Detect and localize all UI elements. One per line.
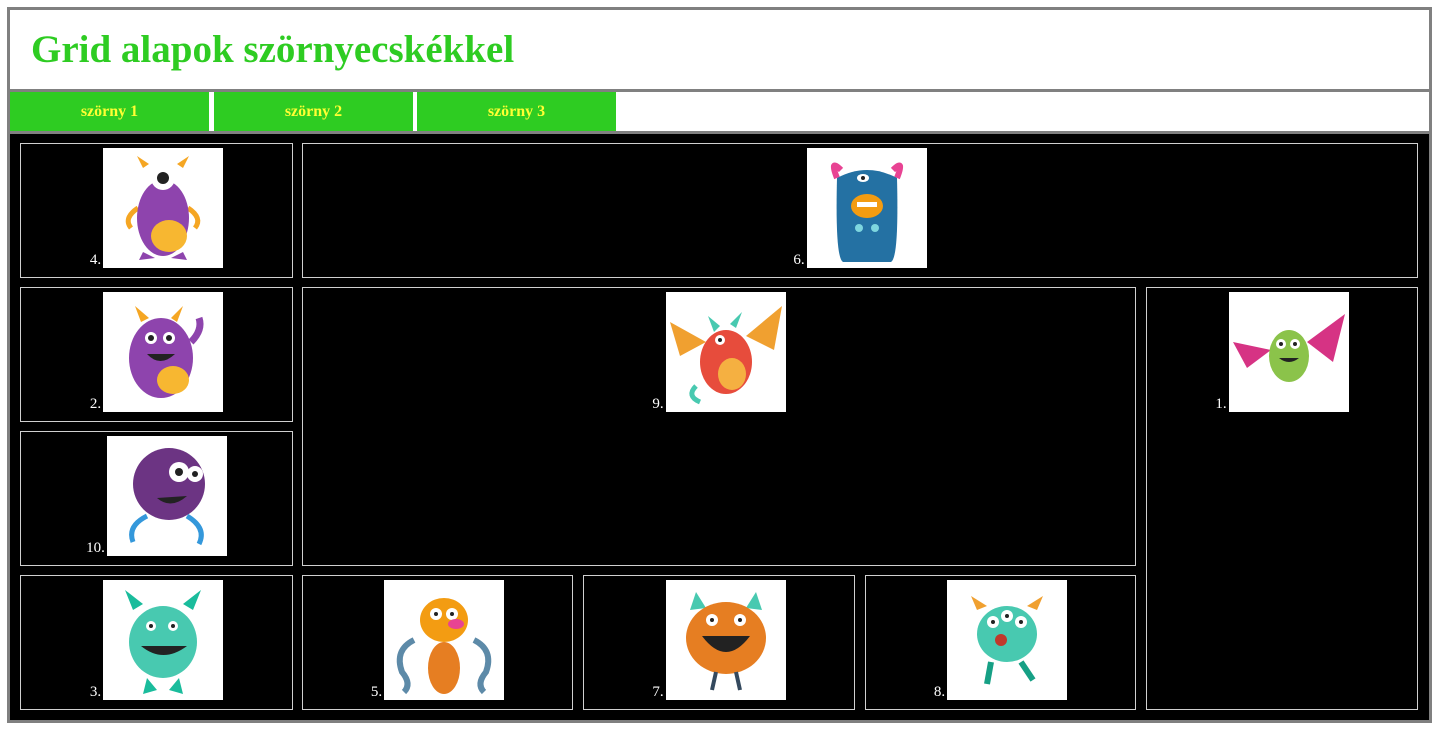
green-bat-monster-image: [1228, 292, 1349, 412]
cell-number: 3.: [89, 684, 102, 700]
purple-cyclops-monster-image: [103, 148, 224, 268]
purple-horned-monster-image: [103, 292, 224, 412]
cell-number: 1.: [1215, 396, 1227, 412]
nav-item-szorny-2[interactable]: szörny 2: [214, 92, 413, 131]
teal-horned-monster-image: [103, 580, 224, 700]
grid-cell-7: 7.: [583, 575, 855, 710]
cell-number: 2.: [89, 396, 102, 412]
cell-number: 10.: [86, 540, 105, 556]
nav-item-szorny-3[interactable]: szörny 3: [417, 92, 616, 131]
grid-cell-4: 4.: [20, 143, 293, 278]
cell-number: 4.: [89, 252, 102, 268]
grid-cell-2: 2.: [20, 287, 293, 422]
blue-furry-monster-image: [806, 148, 927, 268]
grid-cell-3: 3.: [20, 575, 293, 710]
grid-cell-1: 1.: [1146, 287, 1418, 710]
grid-cell-5: 5.: [302, 575, 573, 710]
orange-furry-monster-image: [665, 580, 786, 700]
cell-number: 7.: [652, 684, 664, 700]
teal-three-eyed-monster-image: [947, 580, 1068, 700]
monster-grid: 4. 6. 2. 9. 1. 10. 3. 5. 7. 8.: [10, 134, 1429, 720]
nav-item-szorny-1[interactable]: szörny 1: [10, 92, 209, 131]
grid-cell-10: 10.: [20, 431, 293, 566]
grid-cell-9: 9.: [302, 287, 1136, 566]
orange-tentacle-monster-image: [384, 580, 505, 700]
red-dragon-monster-image: [665, 292, 786, 412]
cell-number: 8.: [933, 684, 946, 700]
grid-cell-6: 6.: [302, 143, 1418, 278]
grid-cell-8: 8.: [865, 575, 1136, 710]
cell-number: 5.: [370, 684, 383, 700]
purple-fuzzy-monster-image: [106, 436, 227, 556]
page-frame: Grid alapok szörnyecskékkel szörny 1 szö…: [7, 7, 1432, 723]
cell-number: 6.: [793, 252, 805, 268]
cell-number: 9.: [652, 396, 664, 412]
page-title: Grid alapok szörnyecskékkel: [31, 28, 515, 71]
nav-bar: szörny 1 szörny 2 szörny 3: [10, 92, 1429, 131]
page-header: Grid alapok szörnyecskékkel: [10, 10, 1429, 89]
